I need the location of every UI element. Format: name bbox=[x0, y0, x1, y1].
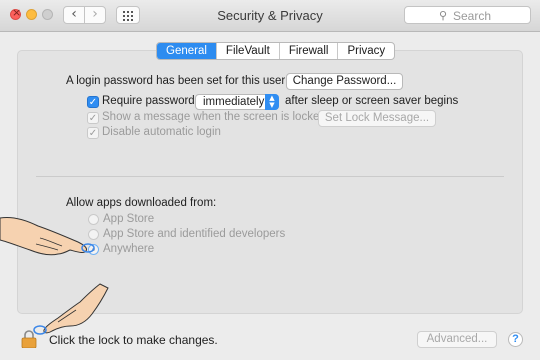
section-divider bbox=[36, 176, 504, 177]
system-preferences-window: ‹ › Security & Privacy ⚲ Search General … bbox=[0, 0, 540, 360]
change-password-button[interactable]: Change Password... bbox=[286, 73, 403, 90]
require-password-delay-select[interactable]: immediately ▲ ▼ bbox=[195, 94, 279, 110]
set-lock-message-button[interactable]: Set Lock Message... bbox=[318, 110, 436, 127]
search-placeholder: Search bbox=[453, 9, 492, 23]
login-password-text: A login password has been set for this u… bbox=[66, 75, 286, 87]
search-field[interactable]: ⚲ Search bbox=[404, 6, 531, 24]
tab-general[interactable]: General bbox=[157, 43, 216, 59]
tab-bar: General FileVault Firewall Privacy bbox=[156, 42, 396, 60]
advanced-button[interactable]: Advanced... bbox=[417, 331, 497, 348]
show-message-checkbox[interactable]: ✓ bbox=[87, 112, 99, 124]
help-icon[interactable]: ? bbox=[508, 332, 523, 347]
chevron-updown-icon: ▲ ▼ bbox=[265, 94, 279, 110]
radio-app-store-label: App Store bbox=[103, 213, 155, 225]
title-bar: ‹ › Security & Privacy ⚲ Search bbox=[0, 0, 540, 32]
disable-auto-login-checkbox[interactable]: ✓ bbox=[87, 127, 99, 139]
radio-anywhere-label: Anywhere bbox=[103, 243, 155, 255]
require-password-suffix: after sleep or screen saver begins bbox=[285, 95, 459, 107]
tab-filevault[interactable]: FileVault bbox=[215, 43, 279, 59]
allow-apps-heading: Allow apps downloaded from: bbox=[66, 197, 217, 209]
radio-identified-developers-label: App Store and identified developers bbox=[103, 228, 286, 240]
search-icon: ⚲ bbox=[439, 9, 448, 22]
tab-privacy[interactable]: Privacy bbox=[337, 43, 394, 59]
require-password-checkbox[interactable]: ✓ bbox=[87, 96, 99, 108]
pointing-hand-icon bbox=[33, 283, 109, 335]
pointing-hand-icon bbox=[0, 217, 95, 256]
show-message-label: Show a message when the screen is locked bbox=[102, 111, 326, 123]
general-panel bbox=[17, 50, 523, 314]
lock-text: Click the lock to make changes. bbox=[49, 333, 218, 347]
disable-auto-login-label: Disable automatic login bbox=[102, 126, 221, 138]
require-password-delay-value: immediately bbox=[203, 96, 265, 108]
require-password-label: Require password bbox=[102, 95, 195, 107]
tab-firewall[interactable]: Firewall bbox=[278, 43, 338, 59]
